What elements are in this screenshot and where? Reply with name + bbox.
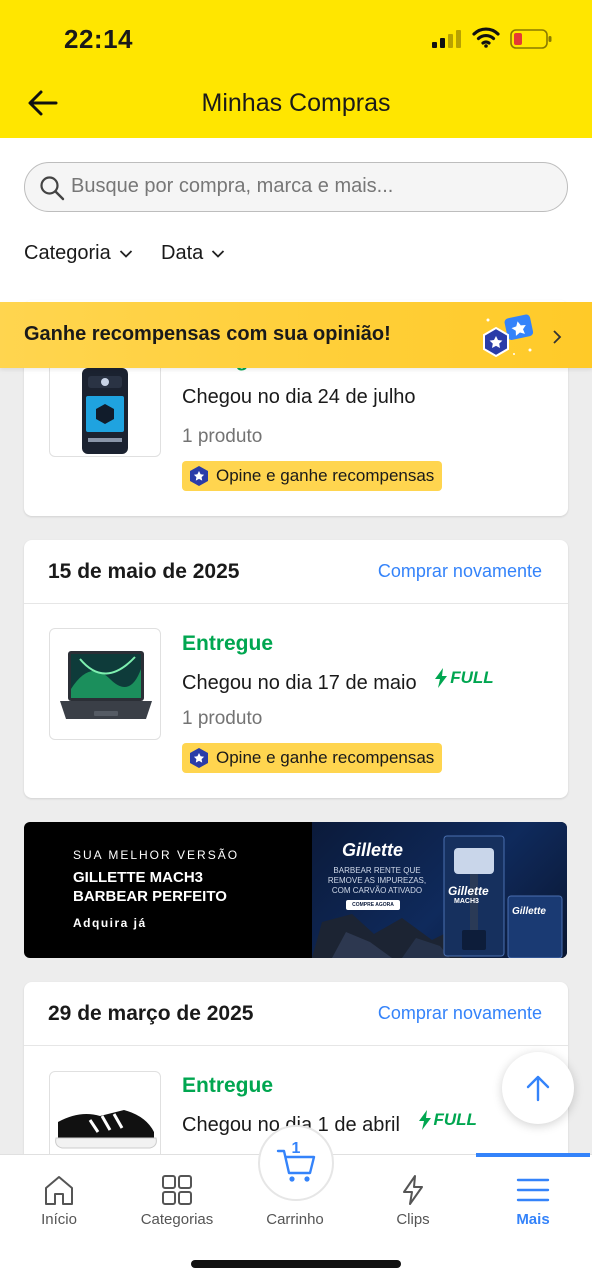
full-shipping-badge: FULL bbox=[418, 1110, 477, 1130]
review-rewards-button[interactable]: Opine e ganhe recompensas bbox=[182, 461, 443, 491]
arrival-row: Chegou no dia 1 de abril FULL bbox=[182, 1110, 477, 1137]
product-image bbox=[60, 651, 152, 719]
order-date: 15 de maio de 2025 bbox=[48, 560, 240, 583]
page-title: Minhas Compras bbox=[201, 89, 391, 117]
search-icon bbox=[40, 176, 65, 201]
rewards-banner[interactable]: Ganhe recompensas com sua opinião! bbox=[0, 302, 592, 368]
date-filter-dropdown[interactable]: Data bbox=[161, 242, 225, 265]
filter-panel: Categoria Data bbox=[0, 138, 592, 302]
bolt-icon bbox=[418, 1110, 431, 1130]
app-header: 22:14 Minhas Compras bbox=[0, 0, 592, 138]
package-brand-small: Gillette bbox=[512, 906, 546, 917]
category-filter-dropdown[interactable]: Categoria bbox=[24, 242, 133, 265]
rewards-badge-icon bbox=[483, 314, 534, 358]
order-card-header: 29 de março de 2025 Comprar novamente bbox=[24, 982, 568, 1046]
buy-again-link[interactable]: Comprar novamente bbox=[378, 1003, 542, 1024]
home-icon bbox=[45, 1176, 73, 1205]
ad-cta: Adquira já bbox=[73, 916, 147, 930]
review-rewards-label: Opine e ganhe recompensas bbox=[216, 748, 435, 767]
tab-cart-label: Carrinho bbox=[266, 1211, 324, 1228]
order-card[interactable]: 15 de maio de 2025 Comprar novamente Ent… bbox=[24, 540, 568, 798]
menu-icon bbox=[516, 1178, 550, 1202]
tab-more[interactable]: Mais bbox=[474, 1153, 592, 1235]
tab-categories[interactable]: Categorias bbox=[118, 1155, 236, 1235]
status-time: 22:14 bbox=[64, 24, 133, 54]
chevron-down-icon bbox=[119, 249, 132, 258]
scroll-to-top-button[interactable] bbox=[502, 1052, 574, 1124]
order-date: 29 de março de 2025 bbox=[48, 1002, 254, 1025]
product-thumbnail[interactable] bbox=[49, 628, 161, 740]
rewards-star-icon bbox=[190, 748, 208, 768]
tab-home[interactable]: Início bbox=[0, 1155, 118, 1235]
order-status: Entregue bbox=[182, 1074, 274, 1097]
product-quantity: 1 produto bbox=[182, 426, 263, 447]
buy-again-link[interactable]: Comprar novamente bbox=[378, 561, 542, 582]
battery-low-icon bbox=[510, 29, 552, 49]
bolt-icon bbox=[435, 668, 448, 688]
ad-kicker: SUA MELHOR VERSÃO bbox=[73, 848, 240, 862]
review-rewards-button[interactable]: Opine e ganhe recompensas bbox=[182, 743, 443, 773]
full-shipping-label: FULL bbox=[433, 1110, 477, 1129]
tab-categories-label: Categorias bbox=[140, 1211, 214, 1228]
arrival-text: Chegou no dia 17 de maio bbox=[182, 672, 417, 694]
package-name: MACH3 bbox=[454, 898, 479, 905]
chevron-right-icon bbox=[553, 330, 562, 344]
search-box[interactable] bbox=[24, 162, 568, 212]
tab-home-label: Início bbox=[41, 1211, 77, 1228]
full-shipping-badge: FULL bbox=[434, 668, 494, 688]
bolt-outline-icon bbox=[403, 1175, 423, 1205]
tab-clips[interactable]: Clips bbox=[354, 1155, 472, 1235]
grid-icon bbox=[162, 1175, 192, 1205]
full-shipping-label: FULL bbox=[450, 668, 494, 687]
cart-button[interactable]: 1 bbox=[258, 1125, 334, 1201]
order-status: Entregue bbox=[182, 632, 274, 655]
search-input[interactable] bbox=[71, 163, 551, 209]
arrow-up-icon bbox=[526, 1075, 550, 1102]
arrival-row: Chegou no dia 17 de maio FULL bbox=[182, 668, 494, 695]
ad-headline: GILLETTE MACH3 BARBEAR PERFEITO bbox=[73, 869, 227, 905]
package-brand: Gillette bbox=[448, 884, 489, 898]
razor-package-image bbox=[443, 835, 563, 958]
rewards-star-icon bbox=[190, 466, 208, 486]
chevron-down-icon bbox=[212, 249, 225, 258]
review-rewards-label: Opine e ganhe recompensas bbox=[216, 466, 435, 485]
product-quantity: 1 produto bbox=[182, 708, 263, 729]
cart-count-badge: 1 bbox=[291, 1140, 301, 1157]
rewards-banner-text: Ganhe recompensas com sua opinião! bbox=[24, 323, 391, 345]
tab-clips-label: Clips bbox=[396, 1211, 430, 1228]
tab-more-label: Mais bbox=[516, 1211, 550, 1228]
arrival-text: Chegou no dia 24 de julho bbox=[182, 386, 416, 408]
wifi-icon bbox=[472, 27, 500, 48]
date-filter-label: Data bbox=[161, 242, 204, 264]
order-card-header: 15 de maio de 2025 Comprar novamente bbox=[24, 540, 568, 604]
home-indicator bbox=[191, 1260, 401, 1268]
gillette-ad-banner[interactable]: SUA MELHOR VERSÃO GILLETTE MACH3 BARBEAR… bbox=[24, 822, 567, 958]
cellular-signal-icon bbox=[432, 30, 461, 48]
ad-product-visual: Gillette BARBEAR RENTE QUE REMOVE AS IMP… bbox=[312, 822, 567, 958]
category-filter-label: Categoria bbox=[24, 242, 111, 264]
